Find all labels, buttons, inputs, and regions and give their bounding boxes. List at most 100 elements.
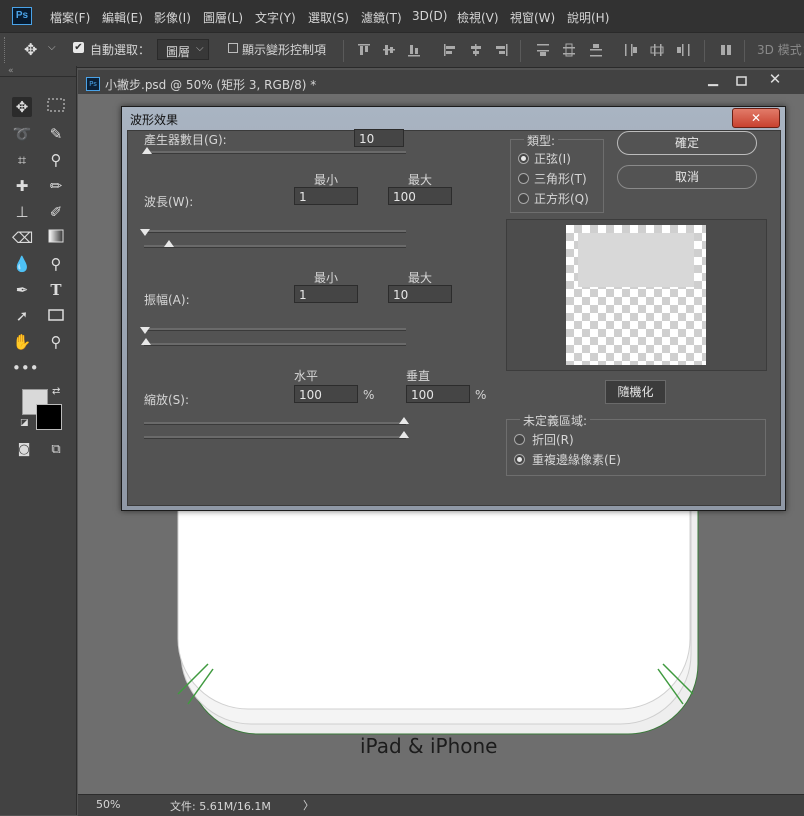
cancel-button[interactable]: 取消 bbox=[617, 165, 757, 189]
menu-help[interactable]: 說明(H) bbox=[567, 9, 609, 26]
wrap-around-label[interactable]: 折回(R) bbox=[532, 431, 574, 448]
minimize-icon[interactable]: ▁ bbox=[701, 72, 725, 90]
wavelength-max-input[interactable]: 100 bbox=[388, 187, 452, 205]
menu-view[interactable]: 檢視(V) bbox=[457, 9, 499, 26]
move-tool-icon[interactable]: ✥ bbox=[12, 97, 32, 117]
dialog-titlebar[interactable]: 波形效果 ✕ bbox=[122, 107, 785, 129]
eyedropper-tool-icon[interactable]: ⚲ bbox=[46, 150, 66, 170]
amplitude-max-slider-thumb[interactable] bbox=[141, 338, 151, 345]
amplitude-max-input[interactable]: 10 bbox=[388, 285, 452, 303]
brush-tool-icon[interactable]: ✏ bbox=[46, 176, 66, 196]
default-colors-icon[interactable]: ◪ bbox=[20, 418, 29, 428]
type-tool-icon[interactable]: T bbox=[46, 280, 66, 300]
type-square-radio[interactable] bbox=[518, 193, 529, 204]
options-grip[interactable] bbox=[4, 37, 7, 63]
wavelength-max-slider-thumb[interactable] bbox=[164, 240, 174, 247]
align-top-icon[interactable] bbox=[357, 43, 371, 57]
repeat-edge-pixels-label[interactable]: 重複邊緣像素(E) bbox=[532, 451, 621, 468]
close-window-icon[interactable]: ✕ bbox=[763, 70, 787, 88]
close-icon[interactable]: ✕ bbox=[732, 108, 780, 128]
scale-vertical-input[interactable]: 100 bbox=[406, 385, 470, 403]
move-tool-icon[interactable]: ✥ bbox=[24, 40, 37, 59]
generators-slider-thumb[interactable] bbox=[142, 147, 152, 154]
auto-select-checkbox[interactable]: ✔ bbox=[73, 42, 84, 53]
eraser-tool-icon[interactable]: ⌫ bbox=[12, 228, 33, 248]
repeat-edge-pixels-radio[interactable] bbox=[514, 454, 525, 465]
more-tools-icon[interactable]: ••• bbox=[12, 358, 39, 378]
wrap-around-radio[interactable] bbox=[514, 434, 525, 445]
screen-mode-icon[interactable]: ⧉ bbox=[46, 440, 66, 460]
align-vcenter-icon[interactable] bbox=[382, 43, 396, 57]
preview-image[interactable] bbox=[566, 225, 706, 365]
align-hcenter-icon[interactable] bbox=[469, 43, 483, 57]
crop-tool-icon[interactable]: ⌗ bbox=[12, 150, 32, 170]
generators-slider-track[interactable] bbox=[144, 151, 406, 154]
quick-select-tool-icon[interactable]: ✎ bbox=[46, 124, 66, 144]
scale-horizontal-input[interactable]: 100 bbox=[294, 385, 358, 403]
menu-type[interactable]: 文字(Y) bbox=[255, 9, 296, 26]
wavelength-min-input[interactable]: 1 bbox=[294, 187, 358, 205]
randomize-button[interactable]: 隨機化 bbox=[605, 380, 666, 404]
layer-select-dropdown[interactable]: 圖層 ⌵ bbox=[157, 39, 209, 60]
distribute-top-icon[interactable] bbox=[536, 43, 550, 57]
generators-input[interactable]: 10 bbox=[354, 129, 404, 147]
menu-file[interactable]: 檔案(F) bbox=[50, 9, 90, 26]
scale-horizontal-slider-track[interactable] bbox=[144, 422, 406, 425]
amplitude-min-input[interactable]: 1 bbox=[294, 285, 358, 303]
background-color-swatch[interactable] bbox=[36, 404, 62, 430]
swap-colors-icon[interactable]: ⇄ bbox=[52, 386, 60, 397]
menu-3d[interactable]: 3D(D) bbox=[412, 9, 447, 23]
status-menu-arrow[interactable]: 〉 bbox=[303, 797, 314, 813]
type-sine-radio[interactable] bbox=[518, 153, 529, 164]
amplitude-min-slider-thumb[interactable] bbox=[140, 327, 150, 334]
menu-select[interactable]: 選取(S) bbox=[308, 9, 349, 26]
path-select-tool-icon[interactable]: ➚ bbox=[12, 306, 32, 326]
ok-button[interactable]: 確定 bbox=[617, 131, 757, 155]
distribute-hcenter-icon[interactable] bbox=[650, 43, 664, 57]
align-bottom-icon[interactable] bbox=[407, 43, 421, 57]
lasso-tool-icon[interactable]: ➰ bbox=[12, 124, 32, 144]
scale-vertical-slider-thumb[interactable] bbox=[399, 431, 409, 438]
collapse-icon[interactable]: « bbox=[8, 66, 14, 76]
blur-tool-icon[interactable]: 💧 bbox=[12, 254, 32, 274]
chevron-down-icon[interactable]: ⌵ bbox=[48, 42, 56, 53]
type-triangle-label[interactable]: 三角形(T) bbox=[534, 170, 587, 187]
scale-horizontal-slider-thumb[interactable] bbox=[399, 417, 409, 424]
align-left-icon[interactable] bbox=[443, 43, 457, 57]
scale-vertical-slider-track[interactable] bbox=[144, 436, 406, 439]
amplitude-min-slider-track[interactable] bbox=[144, 328, 406, 331]
zoom-tool-icon[interactable]: ⚲ bbox=[46, 332, 66, 352]
dodge-tool-icon[interactable]: ⚲ bbox=[46, 254, 66, 274]
menu-filter[interactable]: 濾鏡(T) bbox=[361, 9, 402, 26]
history-brush-tool-icon[interactable]: ✐ bbox=[46, 202, 66, 222]
distribute-bottom-icon[interactable] bbox=[589, 43, 603, 57]
auto-align-icon[interactable] bbox=[719, 43, 733, 57]
rectangle-tool-icon[interactable] bbox=[46, 306, 66, 326]
menu-layer[interactable]: 圖層(L) bbox=[203, 9, 243, 26]
distribute-left-icon[interactable] bbox=[624, 43, 638, 57]
amplitude-max-slider-track[interactable] bbox=[144, 343, 406, 346]
zoom-level[interactable]: 50% bbox=[96, 798, 120, 811]
wavelength-min-slider-track[interactable] bbox=[144, 230, 406, 233]
distribute-right-icon[interactable] bbox=[676, 43, 690, 57]
document-tab[interactable]: Ps 小撇步.psd @ 50% (矩形 3, RGB/8) * bbox=[80, 72, 700, 94]
type-sine-label[interactable]: 正弦(I) bbox=[534, 150, 571, 167]
show-transform-checkbox[interactable] bbox=[228, 43, 238, 53]
wavelength-min-slider-thumb[interactable] bbox=[140, 229, 150, 236]
quick-mask-icon[interactable]: ◙ bbox=[14, 440, 34, 460]
menu-image[interactable]: 影像(I) bbox=[154, 9, 191, 26]
wavelength-max-slider-track[interactable] bbox=[144, 245, 406, 248]
type-square-label[interactable]: 正方形(Q) bbox=[534, 190, 589, 207]
hand-tool-icon[interactable]: ✋ bbox=[12, 332, 32, 352]
gradient-tool-icon[interactable] bbox=[46, 228, 66, 248]
align-right-icon[interactable] bbox=[494, 43, 508, 57]
distribute-vcenter-icon[interactable] bbox=[562, 43, 576, 57]
menu-window[interactable]: 視窗(W) bbox=[510, 9, 555, 26]
clone-stamp-tool-icon[interactable]: ⊥ bbox=[12, 202, 32, 222]
pen-tool-icon[interactable]: ✒ bbox=[12, 280, 32, 300]
restore-icon[interactable] bbox=[729, 72, 753, 90]
marquee-tool-icon[interactable] bbox=[46, 97, 66, 117]
menu-edit[interactable]: 編輯(E) bbox=[102, 9, 143, 26]
type-triangle-radio[interactable] bbox=[518, 173, 529, 184]
healing-brush-tool-icon[interactable]: ✚ bbox=[12, 176, 32, 196]
